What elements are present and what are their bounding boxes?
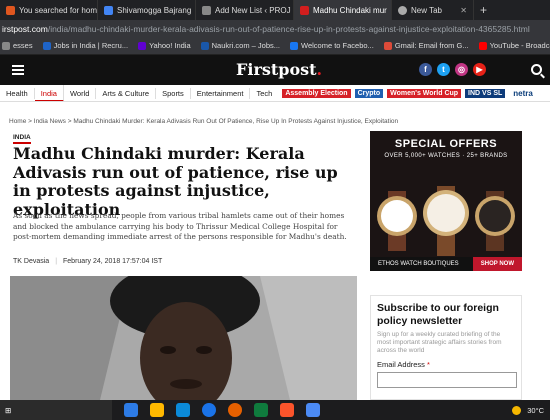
bookmark-item[interactable]: YouTube - Broadcas... <box>478 41 550 50</box>
email-label: Email Address * <box>377 360 430 369</box>
new-tab-icon[interactable]: + <box>480 3 487 17</box>
nav-item-sports[interactable]: Sports <box>156 87 191 99</box>
ad-footer: ETHOS WATCH BOUTIQUES SHOP NOW <box>370 257 522 271</box>
browser-tab[interactable]: Shivamogga Bajrang✕ <box>98 0 196 20</box>
taskbar-search[interactable]: ⊞ <box>0 400 112 420</box>
facebook-icon[interactable]: f <box>419 63 432 76</box>
browser-tab-active[interactable]: Madhu Chindaki mur✕ <box>294 0 392 20</box>
file-explorer-icon[interactable] <box>150 403 164 417</box>
watch-images <box>377 186 515 256</box>
ad-subtitle: OVER 5,000+ WATCHES · 25+ BRANDS <box>384 153 508 159</box>
bookmark-item[interactable]: Gmail: Email from G... <box>383 41 469 50</box>
pill-womens-world-cup[interactable]: Women's World Cup <box>387 88 462 98</box>
instagram-icon[interactable]: ◎ <box>455 63 468 76</box>
bookmark-icon <box>383 41 392 50</box>
byline-divider: | <box>55 258 58 265</box>
publish-date: February 24, 2018 17:57:04 IST <box>63 258 163 265</box>
nav-item-entertainment[interactable]: Entertainment <box>191 87 251 99</box>
tab-favicon-icon <box>300 5 309 15</box>
weather-icon[interactable] <box>512 405 522 415</box>
author-name[interactable]: TK Devasia <box>13 258 49 265</box>
browser-tab-strip: You searched for hom✕ Shivamogga Bajrang… <box>0 0 550 20</box>
system-tray: 30°C <box>512 405 550 415</box>
nav-item-health[interactable]: Health <box>0 87 35 99</box>
bookmark-icon <box>2 41 10 50</box>
breadcrumb-home[interactable]: Home <box>9 118 26 125</box>
netra-link[interactable]: netra <box>513 89 533 98</box>
tab-favicon-icon <box>104 5 113 15</box>
menu-icon[interactable] <box>12 63 24 77</box>
pill-assembly-election[interactable]: Assembly Election <box>282 88 351 98</box>
bookmark-item[interactable]: Yahoo! India <box>138 41 191 50</box>
bookmark-icon <box>138 41 147 50</box>
nav-item-india[interactable]: India <box>34 85 64 101</box>
windows-taskbar: ⊞ 30°C <box>0 400 550 420</box>
site-logo[interactable]: Firstpost. <box>236 60 322 79</box>
pill-crypto[interactable]: Crypto <box>354 88 384 98</box>
browser-tab[interactable]: Add New List ‹ PROJ✕ <box>196 0 294 20</box>
bookmark-item[interactable]: Naukri.com – Jobs... <box>200 41 280 50</box>
pill-ind-vs-sl[interactable]: IND VS SL <box>465 88 506 98</box>
article-summary: As soon as the news spread, people from … <box>13 211 347 242</box>
close-tab-icon[interactable]: ✕ <box>460 6 467 15</box>
url-path: /india/madhu-chindaki-murder-kerala-adiv… <box>47 23 530 34</box>
task-view-icon[interactable] <box>124 403 138 417</box>
edge-icon[interactable] <box>176 403 190 417</box>
article-image <box>10 276 357 400</box>
bookmark-icon <box>200 41 209 50</box>
category-tag[interactable]: INDIA <box>13 134 31 144</box>
article-photo-illustration <box>10 276 357 400</box>
newsletter-description: Sign up for a weekly curated briefing of… <box>377 331 502 354</box>
chrome-icon[interactable] <box>202 403 216 417</box>
tab-favicon-icon <box>202 5 211 15</box>
nav-item-arts-culture[interactable]: Arts & Culture <box>96 87 157 99</box>
tab-favicon-icon <box>6 5 15 15</box>
url-domain: irstpost.com <box>2 23 48 34</box>
excel-icon[interactable] <box>254 403 268 417</box>
bookmark-item[interactable]: esses <box>2 41 33 50</box>
newsletter-box: Subscribe to our foreign policy newslett… <box>370 295 522 400</box>
site-header: Firstpost. f t ◎ ▶ <box>0 55 550 85</box>
breadcrumb-current: Madhu Chindaki Murder: Kerala Adivasis R… <box>73 118 399 125</box>
bookmark-icon <box>478 41 487 50</box>
browser-tab[interactable]: New Tab ✕ <box>392 0 474 20</box>
advertisement-banner[interactable]: SPECIAL OFFERS OVER 5,000+ WATCHES · 25+… <box>370 131 522 271</box>
section-nav: Health India World Arts & Culture Sports… <box>0 85 550 102</box>
firefox-icon[interactable] <box>228 403 242 417</box>
youtube-icon[interactable]: ▶ <box>473 63 486 76</box>
nav-item-world[interactable]: World <box>64 87 97 99</box>
breadcrumb: Home > India News > Madhu Chindaki Murde… <box>9 118 399 125</box>
bookmarks-bar: esses Jobs in India | Recru... Yahoo! In… <box>0 37 550 55</box>
browser-tab[interactable]: You searched for hom✕ <box>0 0 98 20</box>
breadcrumb-india-news[interactable]: India News <box>34 118 66 125</box>
twitter-icon[interactable]: t <box>437 63 450 76</box>
windows-start-icon[interactable]: ⊞ <box>5 406 11 415</box>
ad-title: SPECIAL OFFERS <box>394 138 498 150</box>
search-icon[interactable] <box>531 64 542 75</box>
social-links: f t ◎ ▶ <box>419 63 486 76</box>
nav-item-tech[interactable]: Tech <box>250 88 278 99</box>
shop-now-button[interactable]: SHOP NOW <box>472 257 522 271</box>
article-headline: Madhu Chindaki murder: Kerala Adivasis r… <box>13 144 338 219</box>
newsletter-title: Subscribe to our foreign policy newslett… <box>377 302 499 327</box>
email-field[interactable] <box>377 372 517 388</box>
bookmark-icon <box>42 41 51 50</box>
byline: TK Devasia | February 24, 2018 17:57:04 … <box>13 258 162 265</box>
temperature[interactable]: 30°C <box>527 406 544 415</box>
tab-favicon-icon <box>398 5 407 15</box>
app-icon[interactable] <box>306 403 320 417</box>
bookmark-icon <box>290 41 298 50</box>
bookmark-item[interactable]: Jobs in India | Recru... <box>42 41 128 50</box>
brave-icon[interactable] <box>280 403 294 417</box>
bookmark-item[interactable]: Welcome to Facebo... <box>290 41 374 50</box>
ad-brand: ETHOS WATCH BOUTIQUES <box>378 261 459 267</box>
address-bar[interactable]: irstpost.com/india/madhu-chindaki-murder… <box>0 20 550 37</box>
